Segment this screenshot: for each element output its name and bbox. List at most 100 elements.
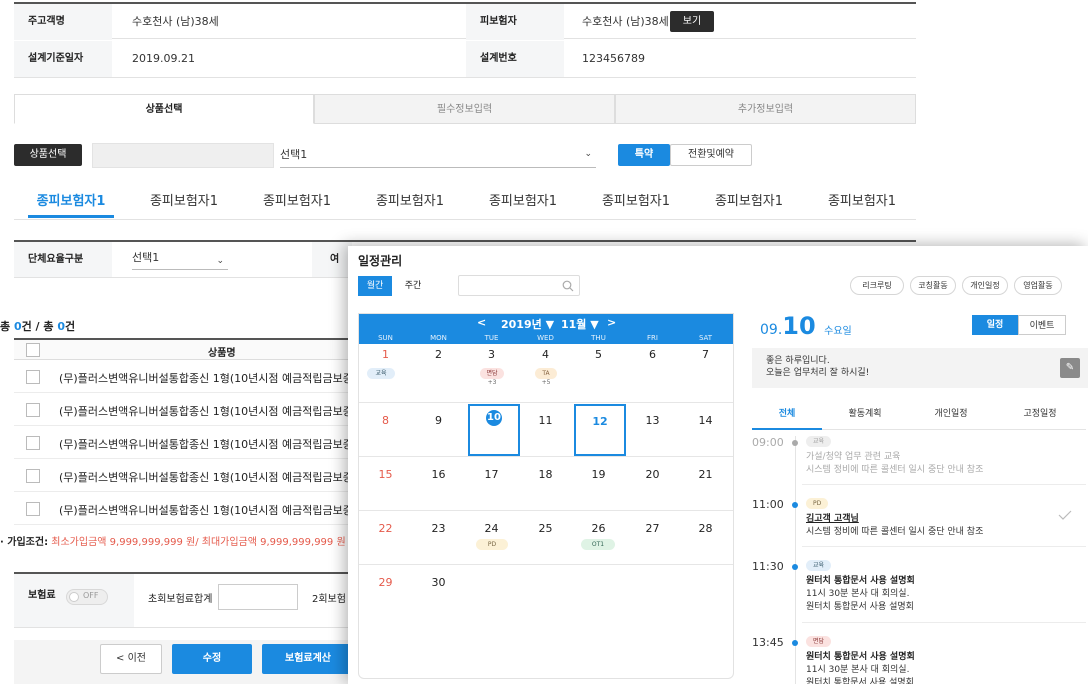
tab-insured-8[interactable]: 종피보험자1 xyxy=(819,186,905,218)
calendar-day[interactable]: 13 xyxy=(626,414,679,427)
calendar-day[interactable]: 16 xyxy=(412,468,465,481)
calendar-day[interactable]: 9 xyxy=(412,414,465,427)
calendar-day[interactable]: 6 xyxy=(626,348,679,361)
row-checkbox[interactable] xyxy=(26,469,40,483)
schedule-search-input[interactable] xyxy=(458,275,580,296)
tab-additional-info[interactable]: 추가정보입력 xyxy=(615,94,916,124)
first-premium-input[interactable] xyxy=(218,584,298,610)
schedule-mode-button[interactable]: 일정 xyxy=(972,315,1018,335)
event-tag-interview[interactable]: 면담 xyxy=(480,368,504,379)
table-row[interactable]: (무)플러스변액유니버설통합종신 1형(10년시점 예금적립금보증 xyxy=(14,427,354,459)
month-view-button[interactable]: 월간 xyxy=(358,276,392,296)
event-title[interactable]: 원터치 통합문서 사용 설명회 xyxy=(806,573,915,586)
calendar-day[interactable]: 3 xyxy=(465,348,518,361)
calendar-day[interactable]: 26 xyxy=(572,522,625,535)
calendar-day[interactable]: 1 xyxy=(359,348,412,361)
group-rate-dropdown[interactable]: 선택1 ⌄ xyxy=(132,248,228,270)
calendar-day[interactable]: 14 xyxy=(679,414,732,427)
tab-insured-7[interactable]: 종피보험자1 xyxy=(706,186,792,218)
more-events[interactable]: +5 xyxy=(536,379,556,386)
calendar-day[interactable]: 23 xyxy=(412,522,465,535)
calendar-day[interactable]: 27 xyxy=(626,522,679,535)
calendar-day[interactable]: 5 xyxy=(572,348,625,361)
event-title[interactable]: 가설/청약 업무 관련 교육 xyxy=(806,449,900,462)
tab-required-info[interactable]: 필수정보입력 xyxy=(314,94,615,124)
event-mode-button[interactable]: 이벤트 xyxy=(1018,315,1066,335)
tab-activity-plan[interactable]: 활동계획 xyxy=(822,404,908,430)
calendar-day[interactable]: 28 xyxy=(679,522,732,535)
selected-day-box[interactable]: 10 xyxy=(468,404,520,456)
calendar-day[interactable]: 4 xyxy=(519,348,572,361)
calendar-day[interactable]: 8 xyxy=(359,414,412,427)
search-icon[interactable] xyxy=(562,280,574,292)
calendar-day[interactable]: 18 xyxy=(519,468,572,481)
tab-insured-4[interactable]: 종피보험자1 xyxy=(367,186,453,218)
calendar-day[interactable]: 11 xyxy=(519,414,572,427)
table-row[interactable]: (무)플러스변액유니버설통합종신 1형(10년시점 예금적립금보증 xyxy=(14,394,354,426)
calendar-day[interactable]: 30 xyxy=(412,576,465,589)
tab-all[interactable]: 전체 xyxy=(752,404,822,430)
event-title[interactable]: 원터치 통합문서 사용 설명회 xyxy=(806,649,915,662)
filter-personal[interactable]: 개인일정 xyxy=(962,276,1008,295)
today-marker[interactable]: 10 xyxy=(486,410,502,426)
event-tag-ta[interactable]: TA xyxy=(535,368,557,379)
row-checkbox[interactable] xyxy=(26,502,40,516)
event-title[interactable]: 김고객 고객님 xyxy=(806,511,859,524)
convert-reserve-button[interactable]: 전환및예약 xyxy=(670,144,752,166)
product-dropdown[interactable]: 선택1 ⌄ xyxy=(280,146,596,168)
year-selector[interactable]: 2019년 ▼ xyxy=(501,316,554,332)
tab-product-select[interactable]: 상품선택 xyxy=(14,94,314,124)
event-tag-pd[interactable]: PD xyxy=(476,539,508,550)
filter-sales[interactable]: 영업활동 xyxy=(1014,276,1062,295)
calendar-day[interactable]: 21 xyxy=(679,468,732,481)
check-icon[interactable] xyxy=(1058,510,1072,520)
calendar-day[interactable]: 22 xyxy=(359,522,412,535)
table-row[interactable]: (무)플러스변액유니버설통합종신 1형(10년시점 예금적립금보증 xyxy=(14,493,354,525)
highlighted-day-box[interactable]: 12 xyxy=(574,404,626,456)
event-tag-education[interactable]: 교육 xyxy=(367,368,395,379)
timeline-dot xyxy=(792,564,798,570)
premium-toggle[interactable]: OFF xyxy=(66,589,108,605)
select-all-checkbox[interactable] xyxy=(26,343,40,357)
row-checkbox[interactable] xyxy=(26,403,40,417)
row-checkbox[interactable] xyxy=(26,436,40,450)
next-month-button[interactable]: > xyxy=(607,316,616,329)
table-row[interactable]: (무)플러스변액유니버설통합종신 1형(10년시점 예금적립금보증 xyxy=(14,361,354,393)
calendar-day[interactable]: 29 xyxy=(359,576,412,589)
tab-insured-1[interactable]: 종피보험자1 xyxy=(28,186,114,218)
more-events[interactable]: +3 xyxy=(482,379,502,386)
calendar-day[interactable]: 12 xyxy=(576,415,624,428)
rider-button[interactable]: 특약 xyxy=(618,144,670,166)
tab-insured-2[interactable]: 종피보험자1 xyxy=(141,186,227,218)
weekday-thu: THU xyxy=(591,334,606,342)
edit-button[interactable]: 수정 xyxy=(172,644,252,674)
table-row[interactable]: (무)플러스변액유니버설통합종신 1형(10년시점 예금적립금보증 xyxy=(14,460,354,492)
month-selector[interactable]: 11월 ▼ xyxy=(561,316,599,332)
calendar-day[interactable]: 24 xyxy=(465,522,518,535)
product-code-field[interactable] xyxy=(92,143,274,168)
product-select-button[interactable]: 상품선택 xyxy=(14,144,82,166)
filter-recruiting[interactable]: 리크루팅 xyxy=(850,276,904,295)
memo-icon[interactable]: ✎ xyxy=(1060,358,1080,378)
calendar-day[interactable]: 25 xyxy=(519,522,572,535)
calendar-day[interactable]: 20 xyxy=(626,468,679,481)
timeline-dot xyxy=(792,640,798,646)
calendar-day[interactable]: 7 xyxy=(679,348,732,361)
week-view-button[interactable]: 주간 xyxy=(396,276,430,296)
tab-insured-3[interactable]: 종피보험자1 xyxy=(254,186,340,218)
prev-button[interactable]: < 이전 xyxy=(100,644,162,674)
view-insured-button[interactable]: 보기 xyxy=(670,11,714,32)
tab-insured-5[interactable]: 종피보험자1 xyxy=(480,186,566,218)
calendar-day[interactable]: 19 xyxy=(572,468,625,481)
event-tag-ot1[interactable]: OT1 xyxy=(581,539,615,550)
tab-insured-6[interactable]: 종피보험자1 xyxy=(593,186,679,218)
row-checkbox[interactable] xyxy=(26,370,40,384)
premium-calc-button[interactable]: 보험료계산 xyxy=(262,644,354,674)
calendar-day[interactable]: 15 xyxy=(359,468,412,481)
prev-month-button[interactable]: < xyxy=(477,316,486,329)
calendar-day[interactable]: 17 xyxy=(465,468,518,481)
tab-personal-schedule[interactable]: 개인일정 xyxy=(908,404,994,430)
tab-fixed-schedule[interactable]: 고정일정 xyxy=(994,404,1086,430)
calendar-day[interactable]: 2 xyxy=(412,348,465,361)
filter-coaching[interactable]: 코칭활동 xyxy=(910,276,956,295)
